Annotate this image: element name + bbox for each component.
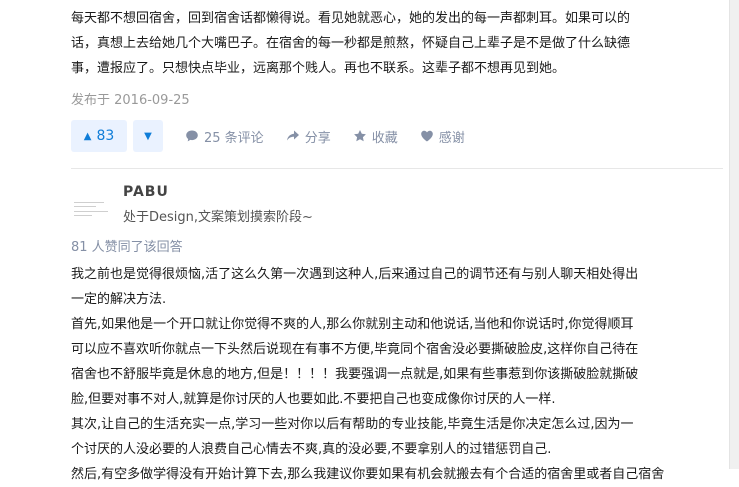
comments-button[interactable]: 25 条评论 [185, 127, 264, 146]
answer-paragraph: 宿舍也不舒服毕竟是休息的地方,但是！！！！我要强调一点就是,如果有些事惹到你该撕… [71, 367, 639, 382]
triangle-up-icon: ▲ [83, 130, 92, 142]
answer-paragraph: 可以应不喜欢听你就点一下头然后说现在有事不方便,毕竟同个宿舍没必要撕破脸皮,这样… [71, 342, 639, 357]
share-icon [286, 130, 299, 141]
thanks-label: 感谢 [438, 130, 465, 146]
downvote-button[interactable]: ▼ [133, 120, 163, 152]
answer-paragraph: 事，遭报应了。只想快点毕业，远离那个贱人。再也不联系。这辈子都不想再见到她。 [71, 61, 566, 76]
answer-paragraph: 首先,如果他是一个开口就让你觉得不爽的人,那么你就别主动和他说话,当他和你说话时… [71, 317, 634, 332]
heart-icon [420, 130, 433, 142]
agree-count[interactable]: 81 人赞同了该回答 [71, 236, 183, 255]
share-label: 分享 [304, 130, 331, 146]
published-date[interactable]: 发布于 2016-09-25 [71, 89, 190, 108]
answer-body: 每天都不想回宿舍，回到宿舍话都懒得说。看见她就恶心，她的发出的每一声都刺耳。如果… [71, 6, 630, 81]
author-name[interactable]: PABU [123, 184, 169, 200]
star-icon [353, 130, 366, 142]
comment-icon [186, 130, 198, 142]
answer-paragraph: 我之前也是觉得很烦恼,活了这么久第一次遇到这种人,后来通过自己的调节还有与别人聊… [71, 267, 639, 282]
answer-divider [71, 168, 723, 169]
triangle-down-icon: ▼ [144, 130, 152, 142]
answer-paragraph: 其次,让自己的生活充实一点,学习一些对你以后有帮助的专业技能,毕竟生活是你决定怎… [71, 417, 634, 432]
answer-paragraph: 每天都不想回宿舍，回到宿舍话都懒得说。看见她就恶心，她的发出的每一声都刺耳。如果… [71, 11, 631, 26]
upvote-button[interactable]: ▲ 83 [71, 120, 127, 152]
comments-label: 25 条评论 [204, 130, 264, 146]
vote-count: 83 [96, 128, 115, 144]
scrollbar[interactable] [729, 0, 739, 469]
thanks-button[interactable]: 感谢 [420, 127, 465, 146]
collect-label: 收藏 [371, 130, 398, 146]
collect-button[interactable]: 收藏 [353, 127, 398, 146]
author-bio: 处于Design,文案策划摸索阶段~ [123, 210, 313, 225]
answer-paragraph: 脸,但要对事不对人,就算是你讨厌的人也要如此.不要把自己也变成像你讨厌的人一样. [71, 392, 556, 407]
answer-body: 我之前也是觉得很烦恼,活了这么久第一次遇到这种人,后来通过自己的调节还有与别人聊… [71, 262, 664, 487]
answer-actions: ▲ 83 ▼ 25 条评论 分享 收藏 感谢 [71, 119, 487, 153]
answer-paragraph: 一定的解决方法. [71, 292, 167, 307]
answer-paragraph: 然后,有空多做学得没有开始计算下去,那么我建议你要如果有机会就搬去有个合适的宿舍… [71, 467, 665, 482]
avatar[interactable] [71, 190, 111, 228]
answer-paragraph: 个讨厌的人没必要的人浪费自己心情去不爽,真的没必要,不要拿别人的过错惩罚自己. [71, 442, 552, 457]
answer-paragraph: 话，真想上去给她几个大嘴巴子。在宿舍的每一秒都是煎熬，怀疑自己上辈子是不是做了什… [71, 36, 631, 51]
share-button[interactable]: 分享 [286, 127, 331, 146]
